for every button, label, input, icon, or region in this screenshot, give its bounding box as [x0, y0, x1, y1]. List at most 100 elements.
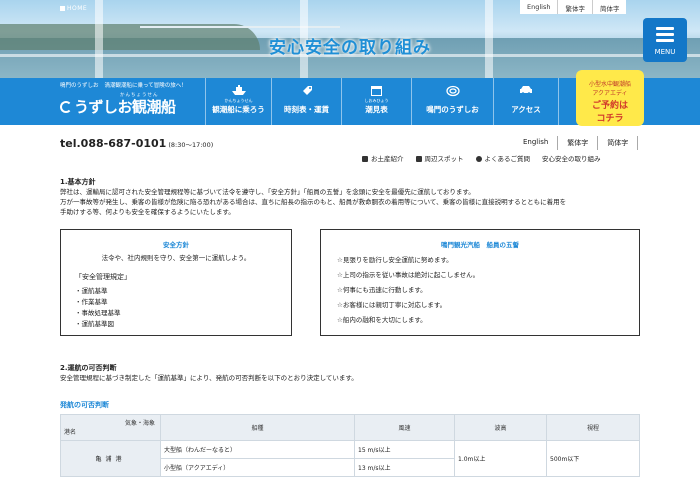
visibility-cell: 500m以下	[546, 440, 640, 477]
nav-item-timetable-label: 時刻表・運賃	[284, 105, 329, 114]
swirl-logo-icon	[60, 101, 72, 113]
gift-icon	[362, 156, 368, 162]
nav-item-ride[interactable]: かんちょうせん 観潮船に乗ろう	[205, 78, 271, 125]
nav-item-tide-table-kana: しおみひょう	[364, 98, 389, 103]
safety-policy-title: 安全方針	[163, 241, 189, 249]
ticket-icon	[272, 85, 341, 97]
table-row: 亀浦港 大型船（わんだーなると） 15 m/s以上 1.0m以上 500m以下	[60, 440, 640, 477]
language-switcher-secondary: English 繁体字 简体字	[514, 136, 639, 150]
list-item: ☆お客様には親切丁寧に対応します。	[337, 301, 447, 309]
nav-item-tide-table[interactable]: しおみひょう 潮見表	[341, 78, 411, 125]
corner-label-weather: 気象・海象	[124, 420, 155, 427]
site-logo-text: うずしお観潮船	[74, 98, 176, 116]
table-corner-cell: 気象・海象 港名	[60, 414, 161, 441]
column-header-vessel: 船種	[160, 414, 355, 441]
phone-number-text: tel.088-687-0101	[60, 137, 167, 150]
nav-item-timetable[interactable]: 時刻表・運賃	[271, 78, 341, 125]
basic-policy-text-1: 弊社は、運輸局に認可された安全管理規程等に基づいて法令を遵守し、「安全方針」「船…	[60, 188, 475, 196]
logo-tagline-right: 渦潮観潮船に乗って冒険の旅へ！	[104, 83, 187, 89]
list-item: ・事故処理基準	[75, 309, 121, 317]
nav-item-access-label: アクセス	[511, 105, 541, 114]
link-safety[interactable]: 安心安全の取り組み	[542, 153, 601, 163]
nav-item-whirlpool-kana	[412, 98, 493, 103]
port-name-cell: 亀浦港	[60, 440, 161, 477]
page-title: 安心安全の取り組み	[269, 38, 431, 58]
promo-line-1: 小型水中観潮船	[588, 81, 631, 88]
column-header-wind: 風速	[354, 414, 455, 441]
wind-cell: 15 m/s以上	[354, 440, 455, 459]
table-header-row: 気象・海象 港名 船種 風速 波高 視程	[60, 414, 640, 441]
wind-cell: 13 m/s以上	[354, 458, 455, 477]
hamburger-icon	[656, 27, 674, 45]
sub-links: お土産紹介 周辺スポット よくあるご質問 安心安全の取り組み	[362, 153, 601, 163]
link-souvenirs[interactable]: お土産紹介	[362, 153, 404, 163]
nav-item-whirlpool-label: 鳴門のうずしお	[426, 105, 479, 114]
car-icon	[494, 85, 558, 97]
nav-menu: かんちょうせん 観潮船に乗ろう 時刻表・運賃 しおみひょう 潮見表 鳴門のうずし…	[205, 78, 559, 125]
departure-criteria-table: 気象・海象 港名 船種 風速 波高 視程 亀浦港 大型船（わんだーなると） 15…	[60, 414, 640, 477]
basic-policy-text-3: 手助けする等、何よりも安全を確保するようにいたします。	[60, 208, 235, 216]
vessel-cell: 大型船（わんだーなると）	[160, 440, 355, 459]
link-faq-label: よくあるご質問	[484, 155, 531, 163]
list-item: ☆上司の指示を従い事故は絶対に起こしません。	[337, 271, 480, 279]
lang-english[interactable]: English	[520, 0, 557, 14]
nav-item-tide-table-label: 潮見表	[365, 105, 388, 114]
lang-simplified-chinese-link[interactable]: 简体字	[598, 136, 639, 150]
safety-rules-list: ・運航基準 ・作業基準 ・事故処理基準 ・運航基準図	[75, 286, 291, 330]
nav-item-access[interactable]: アクセス	[493, 78, 559, 125]
lang-english-link[interactable]: English	[514, 136, 559, 150]
basic-policy-text-2: 万が一事故等が発生し、乗客の皆様が危険に陥る恐れがある場合は、直ちに船長の指示の…	[60, 198, 567, 206]
list-item: ・運航基準図	[75, 320, 114, 328]
section-heading-basic-policy: 1.基本方針	[60, 178, 96, 186]
crew-vows-list: ☆見張りを励行し安全運航に努めます。 ☆上司の指示を従い事故は絶対に起こしません…	[337, 253, 639, 328]
logo-tagline-left: 鳴門のうずしお	[60, 83, 99, 89]
nav-item-whirlpool[interactable]: 鳴門のうずしお	[411, 78, 493, 125]
nav-item-access-kana	[494, 98, 558, 103]
link-faq[interactable]: よくあるご質問	[475, 153, 531, 163]
operation-judgement-text: 安全管理規程に基づき制定した「運航基準」により、発航の可否判断を以下のとおり決定…	[60, 374, 358, 382]
aqua-eddy-reservation-button[interactable]: 小型水中観潮船 アクアエディ ご予約は コチラ	[576, 70, 644, 126]
list-item: ・作業基準	[75, 298, 108, 306]
link-souvenirs-label: お土産紹介	[371, 155, 404, 163]
hero-banner: HOME 安心安全の取り組み English 繁体字 简体字 MENU	[0, 0, 700, 78]
breadcrumb-home-link[interactable]: HOME	[67, 5, 87, 12]
phone-number[interactable]: tel.088-687-0101 (8:30〜17:00)	[60, 137, 213, 150]
lang-traditional-chinese-link[interactable]: 繁体字	[558, 136, 599, 150]
promo-line-2: アクアエディ	[592, 90, 628, 97]
list-item: ☆何事にも迅速に行動します。	[337, 286, 427, 294]
nav-item-ride-kana: かんちょうせん	[224, 98, 253, 103]
safety-policy-subtitle: 法令や、社内規則を守り、安全第一に運航しよう。	[101, 254, 251, 262]
crew-vows-box: 鳴門観光汽船 船員の五誓 ☆見張りを励行し安全運航に努めます。 ☆上司の指示を従…	[320, 229, 640, 336]
calendar-icon	[342, 85, 411, 97]
safety-policy-box: 安全方針 法令や、社内規則を守り、安全第一に運航しよう。 「安全管理規定」 ・運…	[60, 229, 292, 336]
promo-line-3: ご予約は	[591, 101, 628, 111]
site-logo[interactable]: うずしお観潮船	[60, 96, 176, 117]
safety-rules-heading: 「安全管理規定」	[75, 273, 131, 281]
nav-item-timetable-kana	[272, 98, 341, 103]
lang-simplified-chinese[interactable]: 简体字	[591, 0, 627, 14]
section-heading-operation-judgement: 2.運航の可否判断	[60, 364, 117, 372]
crew-vows-title: 鳴門観光汽船 船員の五誓	[441, 241, 519, 249]
table-title: 発航の可否判断	[60, 401, 109, 409]
hero-bridge	[140, 26, 340, 28]
link-nearby-spots-label: 周辺スポット	[424, 155, 464, 163]
wave-cell: 1.0m以上	[454, 440, 547, 477]
lang-traditional-chinese[interactable]: 繁体字	[557, 0, 592, 14]
list-item: ☆見張りを励行し安全運航に努めます。	[337, 256, 453, 264]
logo-tagline: 鳴門のうずしお 渦潮観潮船に乗って冒険の旅へ！	[60, 81, 193, 89]
home-icon	[60, 6, 65, 11]
language-switcher: English 繁体字 简体字	[520, 0, 627, 14]
nav-item-ride-label: 観潮船に乗ろう	[212, 105, 265, 114]
promo-line-4: コチラ	[596, 114, 624, 124]
camera-icon	[415, 156, 422, 162]
column-header-wave: 波高	[454, 414, 547, 441]
link-nearby-spots[interactable]: 周辺スポット	[415, 153, 464, 163]
vessel-cell: 小型船（アクアエディ）	[160, 458, 355, 477]
column-header-visibility: 視程	[546, 414, 640, 441]
menu-button[interactable]: MENU	[643, 18, 687, 62]
list-item: ・運航基準	[75, 287, 108, 295]
corner-label-port: 港名	[64, 429, 77, 436]
business-hours: (8:30〜17:00)	[168, 141, 214, 149]
question-icon	[475, 156, 482, 162]
breadcrumb[interactable]: HOME	[60, 5, 87, 12]
